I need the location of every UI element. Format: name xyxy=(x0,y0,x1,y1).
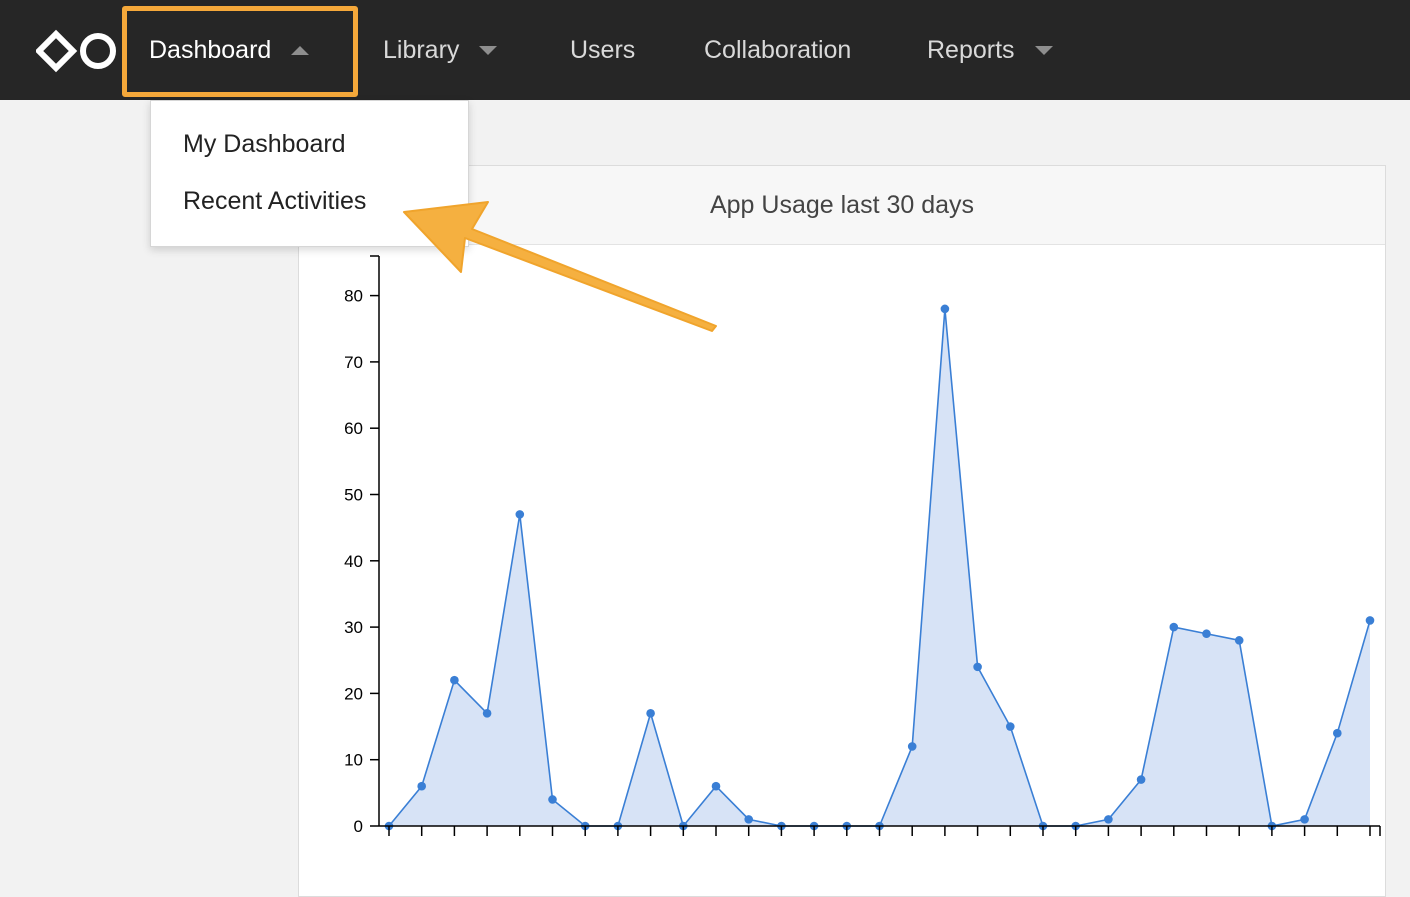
y-tick-label: 70 xyxy=(344,353,363,372)
dashboard-dropdown-menu: My Dashboard Recent Activities xyxy=(150,100,469,247)
data-point xyxy=(907,742,917,751)
data-point xyxy=(482,708,492,718)
y-tick-label: 50 xyxy=(344,486,363,505)
data-point xyxy=(940,304,950,314)
dropdown-item-my-dashboard[interactable]: My Dashboard xyxy=(183,130,346,159)
y-tick-label: 30 xyxy=(344,618,363,637)
data-point xyxy=(1006,722,1015,731)
data-point xyxy=(417,781,427,791)
y-tick-label: 80 xyxy=(344,287,363,306)
y-tick-label: 40 xyxy=(344,552,363,571)
dropdown-item-recent-activities[interactable]: Recent Activities xyxy=(183,187,366,216)
data-point xyxy=(1136,775,1146,784)
y-tick-label: 60 xyxy=(344,419,363,438)
data-point xyxy=(450,675,459,685)
data-point xyxy=(515,510,525,519)
data-point xyxy=(1169,622,1179,632)
y-tick-label: 20 xyxy=(344,684,363,703)
data-point xyxy=(1202,629,1211,639)
data-point xyxy=(1333,728,1342,738)
data-point xyxy=(744,815,753,824)
data-point xyxy=(1234,636,1244,645)
data-point xyxy=(1300,815,1309,824)
data-point xyxy=(1104,815,1113,824)
y-tick-label: 0 xyxy=(354,817,363,836)
data-point xyxy=(646,708,655,718)
data-point xyxy=(973,662,982,672)
data-point xyxy=(1365,616,1375,625)
data-point xyxy=(548,795,557,804)
series-area xyxy=(389,308,1370,826)
y-tick-label: 10 xyxy=(344,751,363,770)
data-point xyxy=(711,781,721,791)
